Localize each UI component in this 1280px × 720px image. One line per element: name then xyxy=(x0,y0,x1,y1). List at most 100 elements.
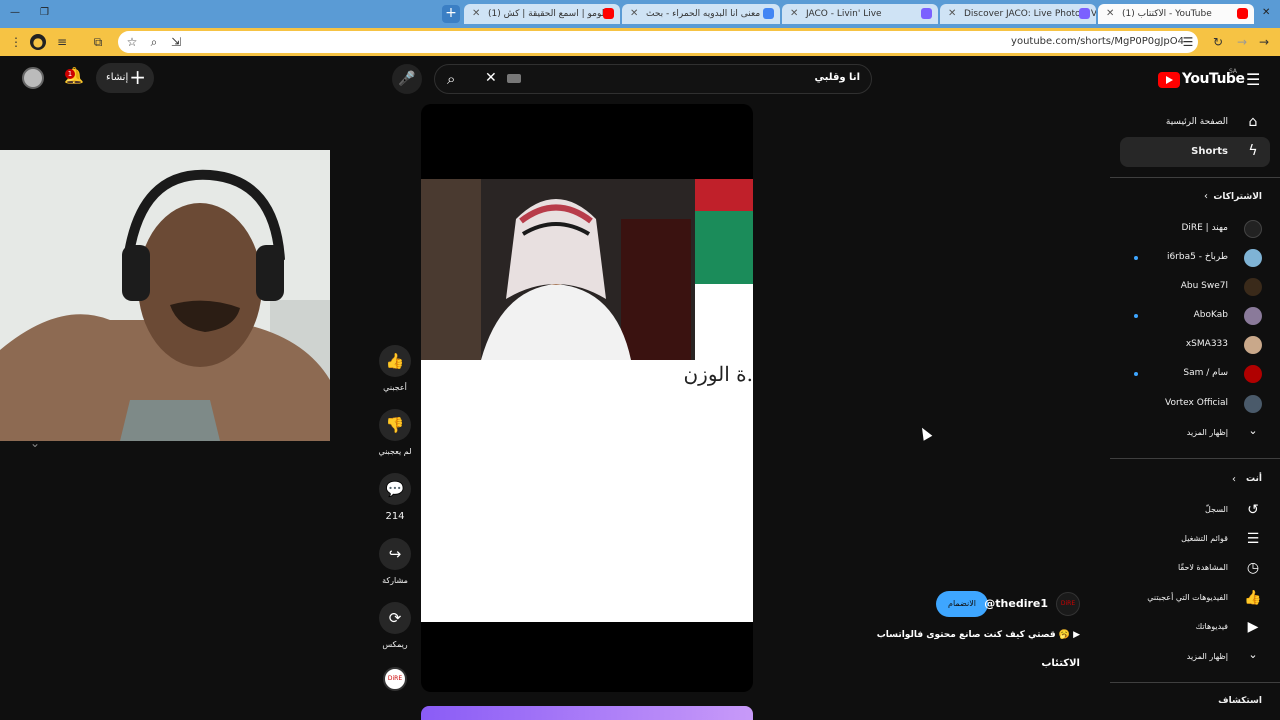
close-tab-icon[interactable]: ✕ xyxy=(790,8,798,19)
sidebar-label: الصفحة الرئيسية xyxy=(1165,117,1228,127)
new-content-dot xyxy=(1134,314,1138,318)
share-label: مشاركة xyxy=(382,576,408,585)
channel-avatar xyxy=(1244,307,1262,325)
join-button[interactable]: الانضمام xyxy=(936,591,988,617)
url-text[interactable]: youtube.com/shorts/MgP0P0gJpO4 xyxy=(1011,36,1184,47)
voice-search-mic-icon[interactable]: 🎤 xyxy=(392,64,422,94)
back-icon[interactable]: → xyxy=(1256,34,1272,50)
browser-tab[interactable]: ✕ (1) سلومو | اسمع الحقيقة | كش xyxy=(464,4,620,24)
channel-avatar-small[interactable]: DiRE xyxy=(383,667,407,691)
close-tab-icon[interactable]: ✕ xyxy=(630,8,638,19)
show-more-label: إظهار المزيد xyxy=(1186,428,1228,437)
like-button[interactable]: 👍 أعجبني xyxy=(377,345,413,392)
browser-tab[interactable]: ✕ JACO - Livin' Live xyxy=(782,4,938,24)
tab-title: (1) الاكتتاب - YouTube xyxy=(1122,9,1212,19)
next-short-preview[interactable] xyxy=(421,706,753,720)
youtube-logo[interactable]: YouTube SA xyxy=(1158,68,1245,90)
search-icon[interactable]: ⌕ xyxy=(447,70,455,88)
jaco-favicon-icon xyxy=(921,8,932,19)
channel-avatar xyxy=(1244,365,1262,383)
home-icon: ⌂ xyxy=(1248,114,1258,130)
search-input[interactable]: ⌕ ✕ xyxy=(434,64,872,94)
channel-name: Vortex Official xyxy=(1164,398,1228,408)
webcam-person-image xyxy=(0,150,330,441)
video-inset-frame xyxy=(421,179,695,360)
forward-icon[interactable]: → xyxy=(1234,34,1250,50)
share-button[interactable]: ↪ مشاركة xyxy=(377,538,413,585)
divider xyxy=(1110,682,1280,683)
show-more-label: إظهار المزيد xyxy=(1186,652,1228,661)
subscriptions-heading[interactable]: الاشتراكات xyxy=(1213,192,1262,202)
browser-tab[interactable]: ✕ ش معنى انا البدويه الحمراء - بحث xyxy=(622,4,780,24)
plus-icon: + xyxy=(129,65,146,89)
channel-avatar[interactable]: DiRE xyxy=(1056,592,1080,616)
close-tab-icon[interactable]: ✕ xyxy=(948,8,956,19)
sidebar-label: فيديوهاتك xyxy=(1195,622,1228,631)
remix-button[interactable]: ⟳ ريمكس xyxy=(377,602,413,649)
keyboard-icon[interactable] xyxy=(507,74,521,83)
reload-icon[interactable]: ↻ xyxy=(1210,34,1226,50)
video-flag-graphic xyxy=(695,179,753,284)
close-window-icon[interactable]: ✕ xyxy=(1262,7,1270,18)
google-favicon-icon xyxy=(763,8,774,19)
browser-tab-active[interactable]: ✕ (1) الاكتتاب - YouTube xyxy=(1098,4,1254,24)
extensions-icon[interactable]: ⧉ xyxy=(90,34,106,50)
channel-name: i6rba5 - طرباخ xyxy=(1166,252,1228,262)
flag-shape xyxy=(695,179,753,284)
tab-title: Discover JACO: Live Photos, Vid xyxy=(964,9,1096,19)
create-button[interactable]: إنشاء + xyxy=(96,63,154,93)
sidebar-label: قوائم التشغيل xyxy=(1181,534,1228,543)
playlists-icon: ☰ xyxy=(1246,531,1260,547)
dislike-button[interactable]: 👎 لم يعجبني xyxy=(377,409,413,456)
close-tab-icon[interactable]: ✕ xyxy=(1106,8,1114,19)
channel-avatar xyxy=(1244,220,1262,238)
user-avatar[interactable] xyxy=(22,67,44,89)
divider xyxy=(1110,177,1280,178)
sidebar-icon[interactable]: ≡ xyxy=(54,34,70,50)
minimize-icon[interactable]: — xyxy=(10,7,20,18)
mouse-cursor-icon xyxy=(917,425,933,441)
install-icon[interactable]: ⇲ xyxy=(168,34,184,50)
clock-icon: ◷ xyxy=(1246,560,1260,576)
browser-tab-bar: — ❐ ✕ + ✕ (1) الاكتتاب - YouTube ✕ Disco… xyxy=(0,0,1280,28)
guide-menu-icon[interactable]: ☰ xyxy=(1246,70,1260,89)
comments-button[interactable]: 💬 214 xyxy=(377,473,413,522)
video-caption-text: ة الوزن. xyxy=(683,362,753,386)
history-icon: ↺ xyxy=(1247,502,1259,518)
channel-name: xSMA333 xyxy=(1185,339,1228,349)
browser-tab[interactable]: ✕ Discover JACO: Live Photos, Vid xyxy=(940,4,1096,24)
thumbs-up-icon: 👍 xyxy=(1244,590,1262,606)
scroll-down-icon[interactable]: ⌄ xyxy=(30,436,40,450)
you-heading[interactable]: أنت xyxy=(1246,474,1262,484)
profile-icon[interactable]: ● xyxy=(30,34,46,50)
comments-count: 214 xyxy=(385,511,405,522)
share-icon: ↪ xyxy=(379,538,411,570)
channel-handle[interactable]: @thedire1 xyxy=(984,597,1048,610)
new-content-dot xyxy=(1134,256,1138,260)
tab-title: ش معنى انا البدويه الحمراء - بحث xyxy=(646,9,774,19)
your-videos-icon: ▶ xyxy=(1247,619,1259,635)
tab-title: JACO - Livin' Live xyxy=(806,9,882,19)
tab-title: (1) سلومو | اسمع الحقيقة | كش xyxy=(488,9,613,19)
sidebar-label: الفيديوهات التي أعجبتني xyxy=(1147,593,1228,602)
play-icon: ▶ xyxy=(1073,630,1080,640)
site-settings-icon[interactable]: ☰ xyxy=(1180,34,1196,50)
video-description[interactable]: قصتي كيف كنت صانع محتوى فالواتساب 🥱 ▶ xyxy=(877,630,1080,640)
close-tab-icon[interactable]: ✕ xyxy=(472,8,480,19)
clear-search-icon[interactable]: ✕ xyxy=(485,70,497,86)
remix-icon: ⟳ xyxy=(379,602,411,634)
channel-avatar xyxy=(1244,278,1262,296)
zoom-icon[interactable]: ⌕ xyxy=(146,34,162,50)
youtube-favicon-icon xyxy=(603,8,614,19)
shorts-video-player[interactable]: ة الوزن. xyxy=(421,104,753,692)
divider xyxy=(1110,458,1280,459)
new-tab-button[interactable]: + xyxy=(442,5,460,23)
chevron-left-icon: ‹ xyxy=(1204,191,1208,202)
youtube-favicon-icon xyxy=(1237,8,1248,19)
restore-icon[interactable]: ❐ xyxy=(40,7,49,18)
channel-name: Sam / سام xyxy=(1183,368,1228,378)
menu-icon[interactable]: ⋮ xyxy=(8,34,24,50)
sidebar-label: Shorts xyxy=(1191,146,1228,157)
chevron-left-icon: ‹ xyxy=(1232,474,1236,485)
bookmark-star-icon[interactable]: ☆ xyxy=(124,34,140,50)
